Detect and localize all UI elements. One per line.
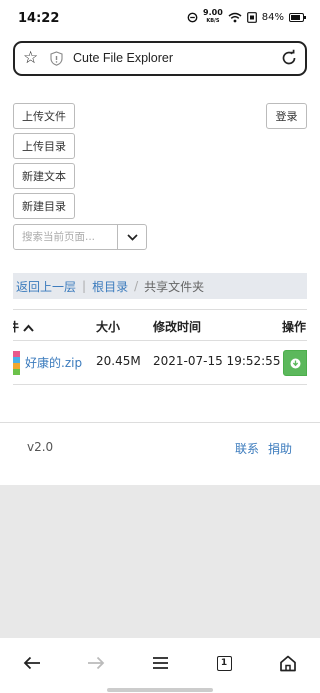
home-icon	[280, 655, 296, 671]
breadcrumb: 返回上一层 | 根目录 / 共享文件夹	[13, 273, 307, 299]
contact-link[interactable]: 联系	[235, 440, 259, 457]
header-size[interactable]: 大小	[96, 318, 120, 335]
page-footer: v2.0 联系 捐助	[0, 422, 320, 485]
shield-info-icon[interactable]	[50, 51, 63, 66]
address-bar[interactable]: ☆ Cute File Explorer	[13, 41, 307, 76]
forward-arrow-icon	[88, 656, 105, 670]
forward-button[interactable]	[81, 651, 111, 675]
battery-icon	[289, 12, 306, 22]
new-text-button[interactable]: 新建文本	[13, 163, 75, 189]
file-modified: 2021-07-15 19:52:55	[153, 354, 281, 368]
search-group	[13, 224, 147, 250]
tabs-button[interactable]: 1	[209, 651, 239, 675]
breadcrumb-current: 共享文件夹	[144, 279, 205, 294]
dnd-icon	[187, 12, 198, 22]
new-directory-button[interactable]: 新建目录	[13, 193, 75, 219]
upload-directory-button[interactable]: 上传目录	[13, 133, 75, 159]
browser-bottom-nav: 1	[0, 638, 320, 693]
header-name[interactable]: 件	[13, 318, 34, 335]
header-modified[interactable]: 修改时间	[153, 318, 201, 335]
header-name-label: 件	[13, 320, 19, 334]
page-content: 上传文件 上传目录 新建文本 新建目录 登录 返回上一层 | 根目录 / 共享文…	[0, 85, 320, 485]
file-icon-stripe	[13, 369, 20, 375]
gesture-bar	[107, 688, 213, 692]
file-name-link[interactable]: 好康的.zip	[25, 354, 82, 371]
search-dropdown-button[interactable]	[117, 225, 146, 249]
upload-file-button[interactable]: 上传文件	[13, 103, 75, 129]
status-bar: 14:22 9.00 KB/S 84%	[0, 0, 320, 38]
search-input[interactable]	[14, 225, 117, 249]
back-button[interactable]	[17, 651, 47, 675]
table-row: 好康的.zip 20.45M 2021-07-15 19:52:55	[13, 341, 307, 385]
sort-up-icon	[23, 324, 34, 332]
breadcrumb-back-link[interactable]: 返回上一层	[16, 278, 76, 295]
donate-link[interactable]: 捐助	[268, 440, 292, 457]
breadcrumb-root-link[interactable]: 根目录	[92, 278, 128, 295]
net-speed-value: 9.00	[203, 8, 223, 17]
battery-percent: 84%	[261, 11, 284, 23]
status-indicators: 9.00 KB/S 84%	[187, 9, 306, 25]
sim-icon	[246, 11, 257, 23]
browser-toolbar: ☆ Cute File Explorer	[0, 38, 320, 85]
version-label: v2.0	[27, 440, 54, 454]
star-icon[interactable]: ☆	[23, 48, 38, 68]
menu-icon	[152, 657, 168, 669]
battery-fill	[291, 14, 300, 20]
tabs-icon: 1	[216, 655, 232, 671]
header-actions: 操作	[282, 320, 307, 334]
wifi-icon	[228, 12, 242, 22]
tab-count: 1	[220, 658, 228, 668]
download-button[interactable]	[283, 350, 307, 376]
network-speed: 9.00 KB/S	[203, 9, 223, 25]
login-button[interactable]: 登录	[266, 103, 307, 129]
net-speed-unit: KB/S	[206, 18, 220, 24]
status-time: 14:22	[18, 11, 60, 26]
zip-file-icon	[13, 351, 20, 375]
breadcrumb-separator: |	[82, 279, 87, 293]
home-button[interactable]	[273, 651, 303, 675]
file-table-header: 件 大小 修改时间 操作	[13, 309, 307, 341]
back-arrow-icon	[23, 656, 40, 670]
menu-button[interactable]	[145, 651, 175, 675]
file-size: 20.45M	[96, 354, 141, 368]
download-circle-icon	[290, 358, 300, 368]
chevron-down-icon	[126, 233, 138, 241]
reload-icon[interactable]	[280, 49, 298, 67]
breadcrumb-separator: /	[134, 279, 139, 293]
page-title: Cute File Explorer	[73, 51, 174, 65]
